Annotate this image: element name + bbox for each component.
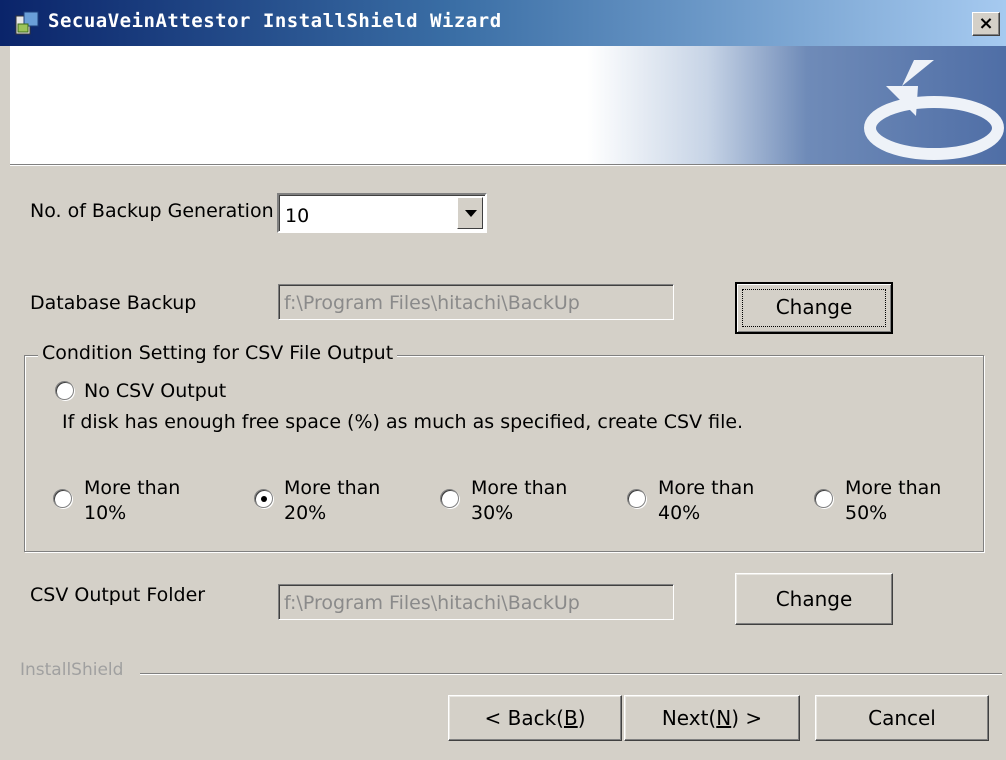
next-label-post: ) > (731, 706, 763, 730)
no-csv-radio[interactable] (55, 381, 74, 400)
close-button[interactable]: × (972, 12, 1000, 36)
option-30-line2: 30% (471, 502, 514, 524)
csv-description: If disk has enough free space (%) as muc… (62, 411, 744, 433)
option-50-line2: 50% (845, 502, 888, 524)
radio-more-than-40[interactable] (627, 489, 646, 508)
radio-more-than-30[interactable] (440, 489, 459, 508)
csv-folder-change-button[interactable]: Change (735, 573, 893, 625)
option-label-20[interactable]: More than 20% (284, 476, 380, 526)
csv-folder-path-field[interactable]: f:\Program Files\hitachi\BackUp (278, 584, 674, 620)
option-label-30[interactable]: More than 30% (471, 476, 567, 526)
option-10-line1: More than (84, 477, 181, 499)
option-30-line1: More than (471, 477, 568, 499)
option-20-line1: More than (284, 477, 381, 499)
option-40-line2: 40% (658, 502, 701, 524)
option-40-line1: More than (658, 477, 755, 499)
option-20-line2: 20% (284, 502, 327, 524)
radio-more-than-50[interactable] (814, 489, 833, 508)
csv-group-title: Condition Setting for CSV File Output (38, 342, 398, 364)
back-button[interactable]: < Back(B) (448, 695, 622, 741)
option-10-line2: 10% (84, 502, 127, 524)
option-label-50[interactable]: More than 50% (845, 476, 941, 526)
backup-generation-value: 10 (285, 205, 310, 227)
backup-generation-select[interactable]: 10 (277, 193, 487, 233)
banner-divider (10, 164, 1006, 166)
option-label-40[interactable]: More than 40% (658, 476, 754, 526)
installshield-logo-icon (864, 60, 1004, 160)
option-50-line1: More than (845, 477, 942, 499)
next-accelerator: N (716, 706, 732, 730)
cancel-button[interactable]: Cancel (815, 695, 989, 741)
footer-divider (140, 673, 1002, 675)
next-label-pre: Next( (661, 706, 717, 730)
installshield-brand: InstallShield (20, 660, 124, 680)
back-accelerator: B (563, 706, 578, 730)
focus-rect (742, 289, 886, 327)
csv-folder-label: CSV Output Folder (30, 584, 206, 606)
next-button[interactable]: Next(N) > (624, 695, 800, 741)
radio-more-than-20[interactable] (254, 489, 273, 508)
database-backup-label: Database Backup (30, 292, 197, 314)
back-label-pre: < Back( (484, 706, 564, 730)
dropdown-arrow-icon[interactable] (457, 197, 483, 229)
window-title: SecuaVeinAttestor InstallShield Wizard (48, 10, 502, 32)
installer-app-icon (15, 11, 39, 35)
back-label-post: ) (577, 706, 586, 730)
database-backup-path-field[interactable]: f:\Program Files\hitachi\BackUp (278, 284, 674, 320)
backup-generation-label: No. of Backup Generation (30, 200, 274, 222)
option-label-10[interactable]: More than 10% (84, 476, 180, 526)
database-backup-change-button[interactable]: Change (735, 282, 893, 334)
radio-more-than-10[interactable] (53, 489, 72, 508)
no-csv-label[interactable]: No CSV Output (84, 380, 226, 402)
